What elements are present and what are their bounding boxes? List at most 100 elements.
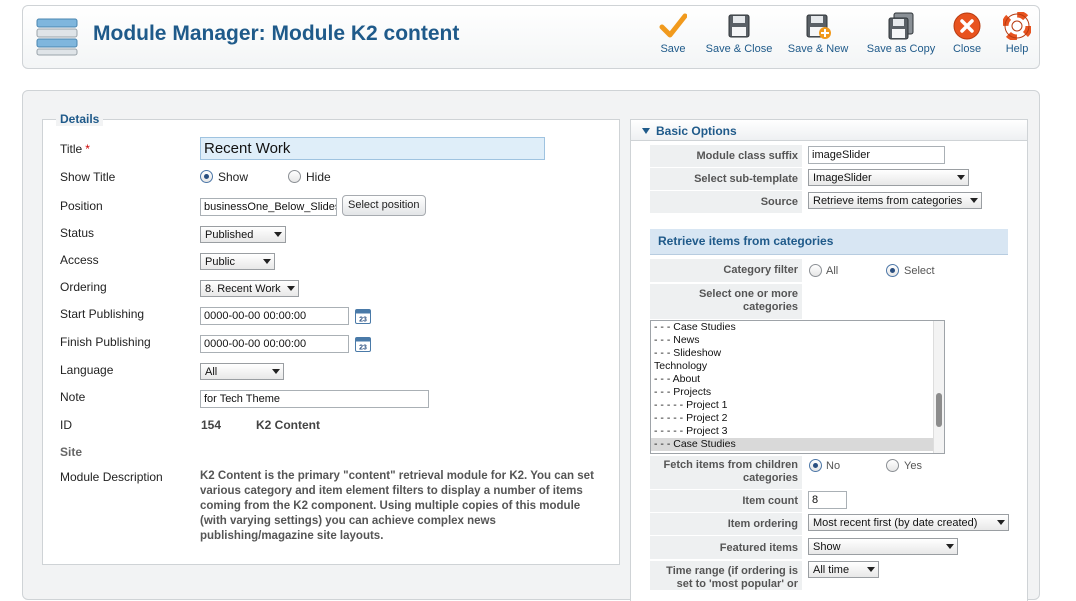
category-option[interactable]: - - - - - Project 2 xyxy=(651,412,944,425)
category-filter-select-radio[interactable] xyxy=(886,264,899,277)
ordering-select[interactable]: 8. Recent Work xyxy=(200,280,299,297)
save-copy-button[interactable]: Save as Copy xyxy=(863,12,939,55)
scrollbar-thumb[interactable] xyxy=(936,393,942,427)
chevron-down-icon xyxy=(970,198,978,203)
categories-multiselect[interactable]: - - - Case Studies - - - News - - - Slid… xyxy=(650,320,945,454)
fetch-children-label-2: categories xyxy=(742,472,798,484)
category-option[interactable]: - - - About xyxy=(651,373,944,386)
category-option[interactable]: Technology xyxy=(651,360,944,373)
save-label: Save xyxy=(660,43,686,55)
chevron-down-icon xyxy=(957,175,965,180)
subtemplate-label: Select sub-template xyxy=(694,173,798,185)
class-suffix-input[interactable]: imageSlider xyxy=(808,146,945,164)
note-input[interactable]: for Tech Theme xyxy=(200,390,429,408)
chevron-down-icon xyxy=(287,286,295,291)
help-button[interactable]: Help xyxy=(999,12,1035,55)
category-option[interactable]: - - - Slideshow xyxy=(651,347,944,360)
source-select[interactable]: Retrieve items from categories xyxy=(808,192,982,209)
help-label: Help xyxy=(1005,43,1029,55)
save-close-label: Save & Close xyxy=(705,43,773,55)
id-value: 154 xyxy=(201,418,222,432)
featured-items-select[interactable]: Show xyxy=(808,538,958,555)
basic-options-title: Basic Options xyxy=(656,124,737,138)
status-select[interactable]: Published xyxy=(200,226,286,243)
ordering-value: 8. Recent Work xyxy=(205,283,281,295)
category-option[interactable]: - - - - - Project 1 xyxy=(651,399,944,412)
language-select[interactable]: All xyxy=(200,363,284,380)
finish-publishing-input[interactable]: 0000-00-00 00:00:00 xyxy=(200,335,349,353)
chevron-down-icon xyxy=(272,369,280,374)
collapse-triangle-icon xyxy=(642,128,650,134)
title-input[interactable]: Recent Work xyxy=(200,137,545,160)
close-icon xyxy=(953,12,981,40)
title-label: Title * xyxy=(60,142,90,156)
category-filter-label: Category filter xyxy=(723,264,798,276)
chevron-down-icon xyxy=(867,567,875,572)
source-value: Retrieve items from categories xyxy=(813,195,963,207)
calendar-day-text: 23 xyxy=(359,317,367,324)
categories-scrollbar[interactable] xyxy=(933,321,944,453)
site-label: Site xyxy=(60,445,83,459)
subtemplate-select[interactable]: ImageSlider xyxy=(808,169,969,186)
fetch-children-no-label: No xyxy=(826,460,841,472)
select-categories-label-1: Select one or more xyxy=(698,288,798,300)
time-range-label-1: Time range (if ordering is xyxy=(666,565,798,577)
item-ordering-select[interactable]: Most recent first (by date created) xyxy=(808,514,1009,531)
access-value: Public xyxy=(205,256,235,268)
fetch-children-yes-radio[interactable] xyxy=(886,459,899,472)
item-count-row: Item count xyxy=(650,490,802,513)
item-ordering-label: Item ordering xyxy=(727,518,798,530)
save-new-button[interactable]: Save & New xyxy=(785,12,851,55)
select-categories-label-2: categories xyxy=(742,301,798,313)
language-label: Language xyxy=(60,363,114,377)
save-copy-label: Save as Copy xyxy=(866,43,936,55)
save-button[interactable]: Save xyxy=(655,12,691,55)
start-publishing-input[interactable]: 0000-00-00 00:00:00 xyxy=(200,307,349,325)
toolbar: Module Manager: Module K2 content Save S… xyxy=(22,5,1040,69)
module-description-label: Module Description xyxy=(60,470,163,484)
retrieve-items-header: Retrieve items from categories xyxy=(650,229,1008,255)
access-select[interactable]: Public xyxy=(200,253,275,270)
save-close-button[interactable]: Save & Close xyxy=(703,12,775,55)
category-filter-select-label: Select xyxy=(904,265,935,277)
access-label: Access xyxy=(60,253,99,267)
fetch-children-yes-label: Yes xyxy=(904,460,922,472)
item-count-input[interactable]: 8 xyxy=(808,491,847,509)
select-position-button[interactable]: Select position xyxy=(342,195,426,216)
status-label: Status xyxy=(60,226,95,240)
fetch-children-no-radio[interactable] xyxy=(809,459,822,472)
checkmark-icon xyxy=(659,13,687,38)
chevron-down-icon xyxy=(263,259,271,264)
category-option[interactable]: - - - - - Project 3 xyxy=(651,425,944,438)
calendar-icon[interactable]: 23 xyxy=(355,308,371,324)
item-ordering-value: Most recent first (by date created) xyxy=(813,517,978,529)
show-title-show-radio[interactable] xyxy=(200,170,213,183)
time-range-select[interactable]: All time xyxy=(808,561,879,578)
floppy-disk-copy-icon xyxy=(888,12,914,40)
language-value: All xyxy=(205,366,218,378)
start-publishing-label: Start Publishing xyxy=(60,307,145,321)
category-option-selected[interactable]: - - - Case Studies xyxy=(651,438,944,451)
class-suffix-row: Module class suffix xyxy=(650,145,802,168)
category-option[interactable]: - - - Projects xyxy=(651,386,944,399)
show-title-hide-radio[interactable] xyxy=(288,170,301,183)
category-option[interactable]: - - - Case Studies xyxy=(651,321,944,334)
details-legend: Details xyxy=(56,112,104,126)
close-button[interactable]: Close xyxy=(949,12,985,55)
basic-options-header[interactable]: Basic Options xyxy=(630,119,1028,141)
item-ordering-row: Item ordering xyxy=(650,513,802,536)
show-title-show-label: Show xyxy=(218,170,249,184)
required-marker: * xyxy=(85,142,90,156)
featured-items-row: Featured items xyxy=(650,536,802,560)
calendar-icon[interactable]: 23 xyxy=(355,336,371,352)
position-input[interactable]: businessOne_Below_Slidesh xyxy=(200,198,337,216)
category-filter-all-radio[interactable] xyxy=(809,264,822,277)
category-filter-all-label: All xyxy=(826,265,839,277)
select-categories-row: Select one or more categories xyxy=(650,284,802,320)
subtemplate-row: Select sub-template xyxy=(650,168,802,191)
module-type-value: K2 Content xyxy=(256,418,320,432)
id-label: ID xyxy=(60,418,72,432)
page-title: Module Manager: Module K2 content xyxy=(93,22,460,45)
category-option[interactable]: - - - News xyxy=(651,334,944,347)
calendar-day-text: 23 xyxy=(359,345,367,352)
